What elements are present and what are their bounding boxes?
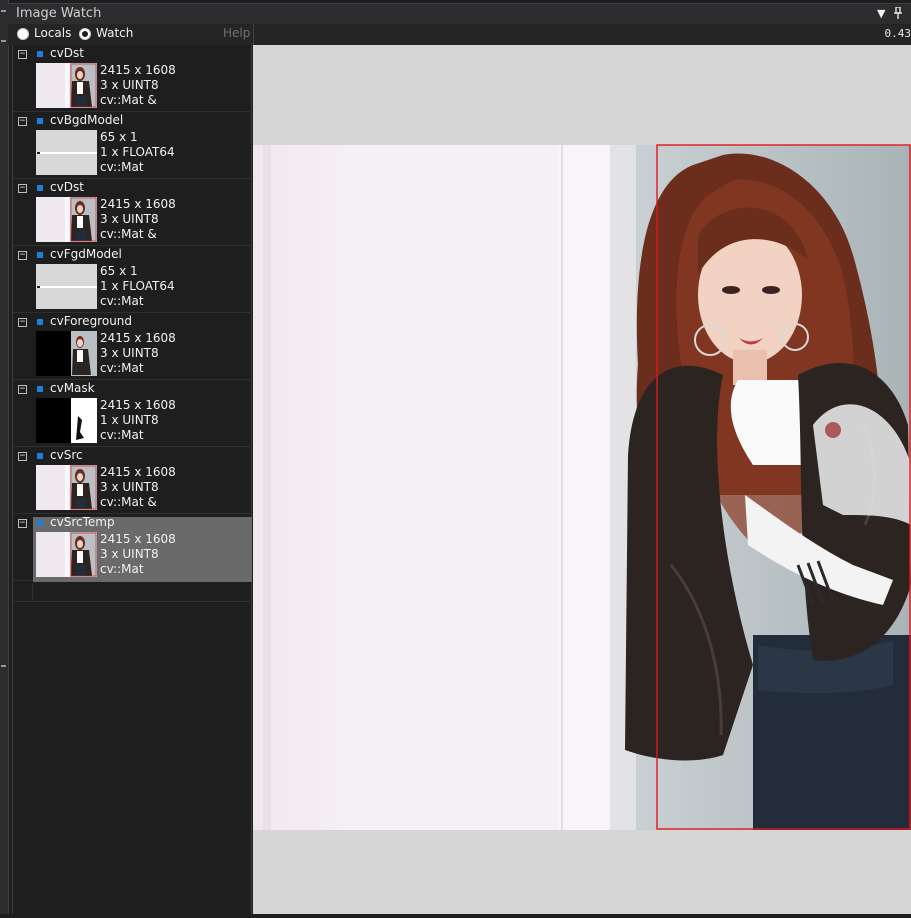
window-title: Image Watch	[16, 6, 101, 21]
tool-window-titlebar: Image Watch ▼	[8, 3, 911, 24]
left-edge-strip	[0, 0, 9, 914]
item-dimensions: 2415 x 1608	[100, 532, 176, 547]
item-dimensions: 2415 x 1608	[100, 465, 176, 480]
item-name: cvMask	[50, 381, 95, 395]
image-viewer[interactable]	[253, 45, 911, 914]
watch-item[interactable]: − cvBgdModel65 x 11 x FLOAT64cv::Mat	[13, 112, 252, 179]
edge-marker	[1, 40, 6, 42]
watch-list[interactable]: −cvDst2415 x 16083 x UINT8cv::Mat &−cvBg…	[12, 45, 252, 914]
item-type: cv::Mat	[100, 160, 144, 175]
item-dimensions: 65 x 1	[100, 264, 138, 279]
item-dimensions: 65 x 1	[100, 130, 138, 145]
item-marker-icon	[37, 319, 43, 325]
item-type: cv::Mat	[100, 294, 144, 309]
watch-item[interactable]: − cvMask2415 x 16081 x UINT8cv::Mat	[13, 380, 252, 447]
collapse-icon[interactable]: −	[18, 519, 27, 528]
row-divider	[32, 583, 33, 602]
collapse-icon[interactable]: −	[18, 318, 27, 327]
item-thumbnail[interactable]	[36, 130, 97, 175]
item-thumbnail[interactable]	[36, 197, 97, 242]
item-thumbnail[interactable]	[36, 63, 97, 108]
item-marker-icon	[37, 185, 43, 191]
item-dimensions: 2415 x 1608	[100, 331, 176, 346]
help-link[interactable]: Help	[223, 26, 250, 40]
collapse-icon[interactable]: −	[18, 452, 27, 461]
watch-item[interactable]: − cvDst2415 x 16083 x UINT8cv::Mat &	[13, 45, 252, 112]
item-type: cv::Mat &	[100, 227, 157, 242]
watch-radio[interactable]	[79, 28, 91, 40]
toolbar-divider	[253, 24, 254, 45]
collapse-icon[interactable]: −	[18, 50, 27, 59]
dropdown-icon[interactable]: ▼	[877, 7, 885, 20]
item-thumbnail[interactable]	[36, 331, 97, 376]
watch-label[interactable]: Watch	[96, 26, 133, 40]
pin-icon[interactable]	[893, 7, 903, 22]
item-format: 1 x UINT8	[100, 413, 159, 428]
edge-marker	[1, 10, 6, 12]
item-type: cv::Mat &	[100, 93, 157, 108]
watch-item[interactable]: − cvForeground2415 x 16083 x UINT8cv::Mat	[13, 313, 252, 380]
viewer-canvas[interactable]	[253, 45, 911, 914]
item-name: cvDst	[50, 46, 84, 60]
item-type: cv::Mat	[100, 428, 144, 443]
item-marker-icon	[37, 453, 43, 459]
locals-label[interactable]: Locals	[34, 26, 71, 40]
watch-item[interactable]: − cvSrcTemp2415 x 16083 x UINT8cv::Mat	[13, 514, 252, 581]
item-marker-icon	[37, 520, 43, 526]
item-format: 3 x UINT8	[100, 547, 159, 562]
watch-item[interactable]: − cvFgdModel65 x 11 x FLOAT64cv::Mat	[13, 246, 252, 313]
empty-watch-row[interactable]	[13, 583, 252, 602]
item-marker-icon	[37, 386, 43, 392]
item-type: cv::Mat	[100, 361, 144, 376]
item-type: cv::Mat &	[100, 495, 157, 510]
item-thumbnail[interactable]	[36, 398, 97, 443]
collapse-icon[interactable]: −	[18, 117, 27, 126]
item-dimensions: 2415 x 1608	[100, 63, 176, 78]
item-format: 3 x UINT8	[100, 346, 159, 361]
item-marker-icon	[37, 252, 43, 258]
item-type: cv::Mat	[100, 562, 144, 577]
item-dimensions: 2415 x 1608	[100, 398, 176, 413]
watch-item[interactable]: − cvDst2415 x 16083 x UINT8cv::Mat &	[13, 179, 252, 246]
image-watch-toolbar: Locals Watch Help 0.43	[8, 24, 911, 45]
item-dimensions: 2415 x 1608	[100, 197, 176, 212]
watch-item[interactable]: − cvSrc2415 x 16083 x UINT8cv::Mat &	[13, 447, 252, 514]
collapse-icon[interactable]: −	[18, 184, 27, 193]
item-format: 1 x FLOAT64	[100, 145, 175, 160]
item-name: cvBgdModel	[50, 113, 123, 127]
edge-marker	[1, 665, 6, 667]
item-name: cvSrcTemp	[50, 515, 115, 529]
locals-radio[interactable]	[17, 28, 29, 40]
item-marker-icon	[37, 118, 43, 124]
displayed-image	[253, 145, 911, 830]
item-thumbnail[interactable]	[36, 532, 97, 577]
item-thumbnail[interactable]	[36, 465, 97, 510]
item-format: 3 x UINT8	[100, 212, 159, 227]
collapse-icon[interactable]: −	[18, 251, 27, 260]
item-format: 3 x UINT8	[100, 480, 159, 495]
item-marker-icon	[37, 51, 43, 57]
zoom-level: 0.43	[885, 27, 911, 40]
item-name: cvFgdModel	[50, 247, 122, 261]
item-thumbnail[interactable]	[36, 264, 97, 309]
item-format: 3 x UINT8	[100, 78, 159, 93]
item-name: cvForeground	[50, 314, 132, 328]
collapse-icon[interactable]: −	[18, 385, 27, 394]
item-format: 1 x FLOAT64	[100, 279, 175, 294]
item-name: cvDst	[50, 180, 84, 194]
item-name: cvSrc	[50, 448, 83, 462]
